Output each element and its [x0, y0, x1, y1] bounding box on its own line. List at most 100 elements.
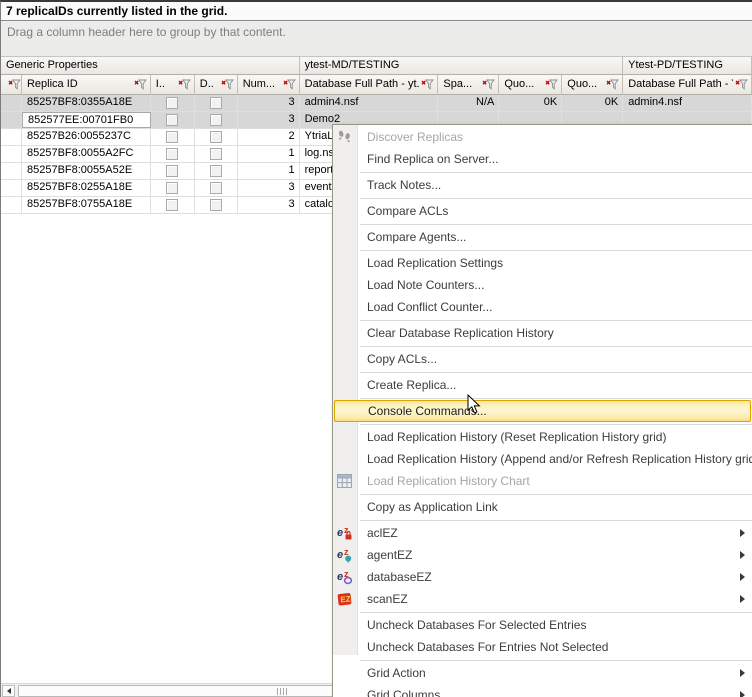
menu-item-clear-database-replication-history[interactable]: Clear Database Replication History [333, 322, 752, 344]
cell-checked_i[interactable] [151, 129, 195, 145]
checkbox[interactable] [166, 131, 178, 143]
cell-replica_id[interactable]: 85257BF8:0755A18E [22, 197, 151, 213]
cell-checked_i[interactable] [151, 197, 195, 213]
cell-checked_d[interactable] [195, 146, 238, 162]
menu-item-scanez[interactable]: scanEZEZ [333, 588, 752, 610]
menu-item-create-replica[interactable]: Create Replica... [333, 374, 752, 396]
row-indicator-cell[interactable] [1, 163, 22, 179]
cell-checked_d[interactable] [195, 163, 238, 179]
checkbox[interactable] [210, 97, 222, 109]
filter-icon[interactable] [134, 79, 147, 93]
row-indicator-cell[interactable] [1, 180, 22, 196]
filter-icon[interactable] [221, 79, 234, 93]
cell-num[interactable]: 3 [238, 95, 300, 111]
filter-icon[interactable] [606, 79, 619, 93]
checkbox[interactable] [166, 165, 178, 177]
cell-num[interactable]: 3 [238, 112, 300, 128]
cell-checked_d[interactable] [195, 129, 238, 145]
cell-checked_d[interactable] [195, 95, 238, 111]
cell-checked_i[interactable] [151, 180, 195, 196]
menu-item-grid-columns[interactable]: Grid Columns [333, 684, 752, 697]
filter-icon[interactable] [283, 79, 296, 93]
column-header-quo[interactable]: Quo... [562, 75, 623, 95]
checkbox[interactable] [210, 114, 222, 126]
filter-icon[interactable] [735, 79, 748, 93]
group-by-panel[interactable]: Drag a column header here to group by th… [1, 21, 752, 57]
menu-item-compare-acls[interactable]: Compare ACLs [333, 200, 752, 222]
cell-checked_d[interactable] [195, 180, 238, 196]
band-header-ytest-pd-testing[interactable]: Ytest-PD/TESTING [623, 57, 752, 75]
checkbox[interactable] [210, 148, 222, 160]
filter-icon[interactable] [482, 79, 495, 93]
menu-item-aclez[interactable]: aclEZez [333, 522, 752, 544]
menu-item-uncheck-databases-for-selected-entries[interactable]: Uncheck Databases For Selected Entries [333, 614, 752, 636]
menu-item-console-commands[interactable]: Console Commands... [334, 400, 751, 422]
menu-item-uncheck-databases-for-entries-not-selected[interactable]: Uncheck Databases For Entries Not Select… [333, 636, 752, 658]
column-header-database-full-path-yt[interactable]: Database Full Path - yt... [300, 75, 439, 95]
cell-checked_d[interactable] [195, 112, 238, 128]
column-header-num[interactable]: Num... [238, 75, 300, 95]
row-indicator-cell[interactable] [1, 146, 22, 162]
column-header-replica-id[interactable]: Replica ID [22, 75, 151, 95]
cell-checked_i[interactable] [151, 112, 195, 128]
column-header-spa[interactable]: Spa... [438, 75, 499, 95]
menu-item-copy-acls[interactable]: Copy ACLs... [333, 348, 752, 370]
row-indicator-cell[interactable] [1, 95, 22, 111]
menu-item-load-replication-history-append-and-or-refresh-replication-history-grid[interactable]: Load Replication History (Append and/or … [333, 448, 752, 470]
menu-item-load-replication-history-reset-replication-history-grid[interactable]: Load Replication History (Reset Replicat… [333, 426, 752, 448]
menu-item-agentez[interactable]: agentEZez [333, 544, 752, 566]
menu-item-track-notes[interactable]: Track Notes... [333, 174, 752, 196]
cell-num[interactable]: 1 [238, 163, 300, 179]
cell-checked_i[interactable] [151, 146, 195, 162]
cell-quota1[interactable]: 0K [499, 95, 562, 111]
menu-item-databaseez[interactable]: databaseEZez [333, 566, 752, 588]
checkbox[interactable] [210, 165, 222, 177]
band-header-ytest-md-testing[interactable]: ytest-MD/TESTING [300, 57, 624, 75]
checkbox[interactable] [166, 114, 178, 126]
cell-num[interactable]: 1 [238, 146, 300, 162]
column-header-d[interactable]: D.. [195, 75, 238, 95]
checkbox[interactable] [166, 148, 178, 160]
menu-item-find-replica-on-server[interactable]: Find Replica on Server... [333, 148, 752, 170]
menu-item-grid-action[interactable]: Grid Action [333, 662, 752, 684]
menu-item-copy-as-application-link[interactable]: Copy as Application Link [333, 496, 752, 518]
row-indicator-cell[interactable] [1, 112, 22, 128]
checkbox[interactable] [210, 131, 222, 143]
menu-item-load-conflict-counter[interactable]: Load Conflict Counter... [333, 296, 752, 318]
checkbox[interactable] [166, 199, 178, 211]
band-header-generic-properties[interactable]: Generic Properties [1, 57, 300, 75]
filter-icon[interactable] [421, 79, 434, 93]
cell-checked_i[interactable] [151, 95, 195, 111]
scroll-left-button[interactable] [2, 685, 15, 697]
cell-path[interactable]: admin4.nsf [300, 95, 439, 111]
menu-item-compare-agents[interactable]: Compare Agents... [333, 226, 752, 248]
cell-replica_id[interactable]: 85257B26:0055237C [22, 129, 151, 145]
cell-path2[interactable]: admin4.nsf [623, 95, 752, 111]
checkbox[interactable] [210, 182, 222, 194]
cell-replica_id[interactable]: 85257BF8:0055A2FC [22, 146, 151, 162]
cell-replica_id[interactable]: 85257BF8:0355A18E [22, 95, 151, 111]
cell-replica_id[interactable]: 852577EE:00701FB0 [22, 112, 151, 128]
cell-checked_d[interactable] [195, 197, 238, 213]
table-row[interactable]: 85257BF8:0355A18E3admin4.nsfN/A0K0Kadmin… [1, 95, 752, 112]
menu-item-load-replication-settings[interactable]: Load Replication Settings [333, 252, 752, 274]
cell-space[interactable]: N/A [438, 95, 499, 111]
cell-replica_id[interactable]: 85257BF8:0055A52E [22, 163, 151, 179]
checkbox[interactable] [166, 182, 178, 194]
filter-icon[interactable] [178, 79, 191, 93]
column-header-quo[interactable]: Quo... [499, 75, 562, 95]
cell-num[interactable]: 3 [238, 197, 300, 213]
menu-item-load-note-counters[interactable]: Load Note Counters... [333, 274, 752, 296]
cell-replica_id[interactable]: 85257BF8:0255A18E [22, 180, 151, 196]
filter-icon[interactable] [8, 79, 21, 93]
cell-num[interactable]: 3 [238, 180, 300, 196]
cell-num[interactable]: 2 [238, 129, 300, 145]
row-indicator-cell[interactable] [1, 129, 22, 145]
filter-icon[interactable] [545, 79, 558, 93]
column-header-indicator[interactable] [1, 75, 22, 95]
column-header-i[interactable]: I.. [151, 75, 195, 95]
column-header-database-full-path-yt[interactable]: Database Full Path - Yt... [623, 75, 752, 95]
checkbox[interactable] [210, 199, 222, 211]
cell-checked_i[interactable] [151, 163, 195, 179]
cell-quota2[interactable]: 0K [562, 95, 623, 111]
